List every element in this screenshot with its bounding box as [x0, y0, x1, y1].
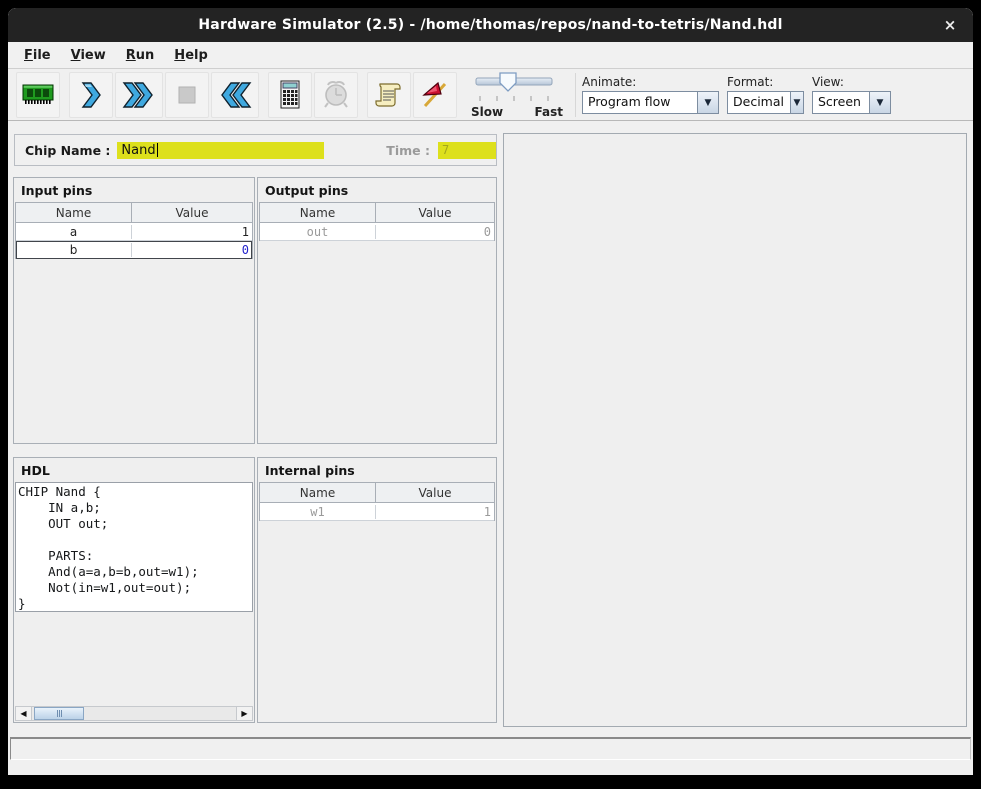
calculator-icon [276, 79, 304, 111]
code-line: IN a,b; [18, 500, 252, 516]
code-line: And(a=a,b=b,out=w1); [18, 564, 252, 580]
toolbar-separator [575, 73, 576, 117]
output-pins-table: Name Value out 0 [259, 202, 495, 241]
code-line: } [18, 596, 252, 612]
chip-name-input[interactable]: Nand [117, 142, 324, 159]
output-pins-panel: Output pins Name Value out 0 [257, 177, 497, 444]
chip-display-panel [503, 133, 967, 727]
scroll-right-icon[interactable]: ▶ [236, 707, 252, 720]
reset-button[interactable] [211, 72, 259, 118]
menu-help[interactable]: Help [166, 45, 215, 66]
stop-button[interactable] [165, 72, 209, 118]
run-button[interactable] [115, 72, 163, 118]
hdl-panel: HDL CHIP Nand { IN a,b; OUT out; PARTS: … [13, 457, 255, 723]
code-line: CHIP Nand { [18, 484, 252, 500]
scroll-icon [374, 80, 404, 110]
column-header-name: Name [260, 483, 376, 502]
toolbar: Slow Fast Animate: Program flow ▼ Format… [8, 69, 973, 121]
view-value: Screen [813, 92, 867, 113]
internal-pins-table: Name Value w1 1 [259, 482, 495, 521]
view-script-button[interactable] [367, 72, 411, 118]
animate-label: Animate: [582, 75, 719, 89]
input-pins-table: Name Value a 1 b 0 [15, 202, 253, 259]
time-field: 7 [438, 142, 496, 159]
hdl-code-view: CHIP Nand { IN a,b; OUT out; PARTS: And(… [15, 482, 253, 612]
hdl-title: HDL [14, 458, 254, 482]
input-pins-title: Input pins [14, 178, 254, 202]
menu-view[interactable]: View [63, 45, 114, 66]
pin-value-cell[interactable]: 1 [132, 225, 252, 239]
single-step-button[interactable] [69, 72, 113, 118]
table-row: w1 1 [260, 503, 494, 521]
menu-file[interactable]: File [16, 45, 59, 66]
table-row: b 0 [16, 241, 252, 259]
column-header-value: Value [376, 483, 494, 502]
evaluate-button[interactable] [268, 72, 312, 118]
titlebar: Hardware Simulator (2.5) - /home/thomas/… [8, 8, 973, 42]
table-row: out 0 [260, 223, 494, 241]
pin-name: w1 [260, 505, 376, 519]
time-label: Time : [386, 143, 430, 158]
window-title: Hardware Simulator (2.5) - /home/thomas/… [198, 17, 782, 33]
pin-name: b [16, 243, 132, 257]
format-value: Decimal [728, 92, 790, 113]
chevron-down-icon[interactable]: ▼ [790, 92, 803, 113]
pin-value-cell[interactable]: 0 [132, 243, 252, 257]
input-pins-panel: Input pins Name Value a 1 b 0 [13, 177, 255, 444]
reset-double-chevron-icon [218, 80, 252, 110]
table-row: a 1 [16, 223, 252, 241]
chip-name-bar: Chip Name : Nand Time : 7 [14, 134, 497, 166]
code-line: PARTS: [18, 548, 252, 564]
stop-square-icon [174, 82, 200, 108]
format-dropdown[interactable]: Decimal ▼ [727, 91, 804, 114]
slider-thumb [500, 73, 516, 91]
load-chip-button[interactable] [16, 72, 60, 118]
scrollbar-thumb[interactable] [34, 707, 84, 720]
red-flag-icon [420, 80, 450, 110]
scroll-left-icon[interactable]: ◀ [16, 707, 32, 720]
column-header-name: Name [260, 203, 376, 222]
close-button[interactable]: × [939, 14, 961, 36]
output-pins-title: Output pins [258, 178, 496, 202]
internal-pins-title: Internal pins [258, 458, 496, 482]
column-header-value: Value [132, 203, 252, 222]
slider-slow-label: Slow [471, 105, 503, 119]
slider-fast-label: Fast [535, 105, 563, 119]
speed-slider[interactable]: Slow Fast [471, 71, 563, 119]
chevron-down-icon[interactable]: ▼ [697, 92, 718, 113]
pin-name: a [16, 225, 132, 239]
status-bar [10, 737, 971, 760]
animate-value: Program flow [583, 92, 676, 113]
code-line: OUT out; [18, 516, 252, 532]
alarm-clock-icon [321, 79, 351, 111]
column-header-value: Value [376, 203, 494, 222]
view-label: View: [812, 75, 891, 89]
format-label: Format: [727, 75, 804, 89]
pin-value-cell: 0 [376, 225, 494, 239]
horizontal-scrollbar[interactable]: ◀ ▶ [15, 706, 253, 721]
code-line [18, 532, 252, 548]
column-header-name: Name [16, 203, 132, 222]
memory-chip-icon [21, 81, 55, 109]
text-caret [157, 143, 158, 157]
run-double-chevron-icon [122, 80, 156, 110]
view-gates-button[interactable] [413, 72, 457, 118]
code-line: Not(in=w1,out=out); [18, 580, 252, 596]
app-window: Hardware Simulator (2.5) - /home/thomas/… [8, 8, 973, 775]
menubar: File View Run Help [8, 42, 973, 69]
view-dropdown[interactable]: Screen ▼ [812, 91, 891, 114]
step-chevron-icon [78, 80, 104, 110]
chip-name-label: Chip Name : [25, 143, 110, 158]
menu-run[interactable]: Run [118, 45, 163, 66]
clock-button[interactable] [314, 72, 358, 118]
pin-value-cell: 1 [376, 505, 494, 519]
internal-pins-panel: Internal pins Name Value w1 1 [257, 457, 497, 723]
pin-name: out [260, 225, 376, 239]
animate-dropdown[interactable]: Program flow ▼ [582, 91, 719, 114]
chevron-down-icon[interactable]: ▼ [869, 92, 890, 113]
